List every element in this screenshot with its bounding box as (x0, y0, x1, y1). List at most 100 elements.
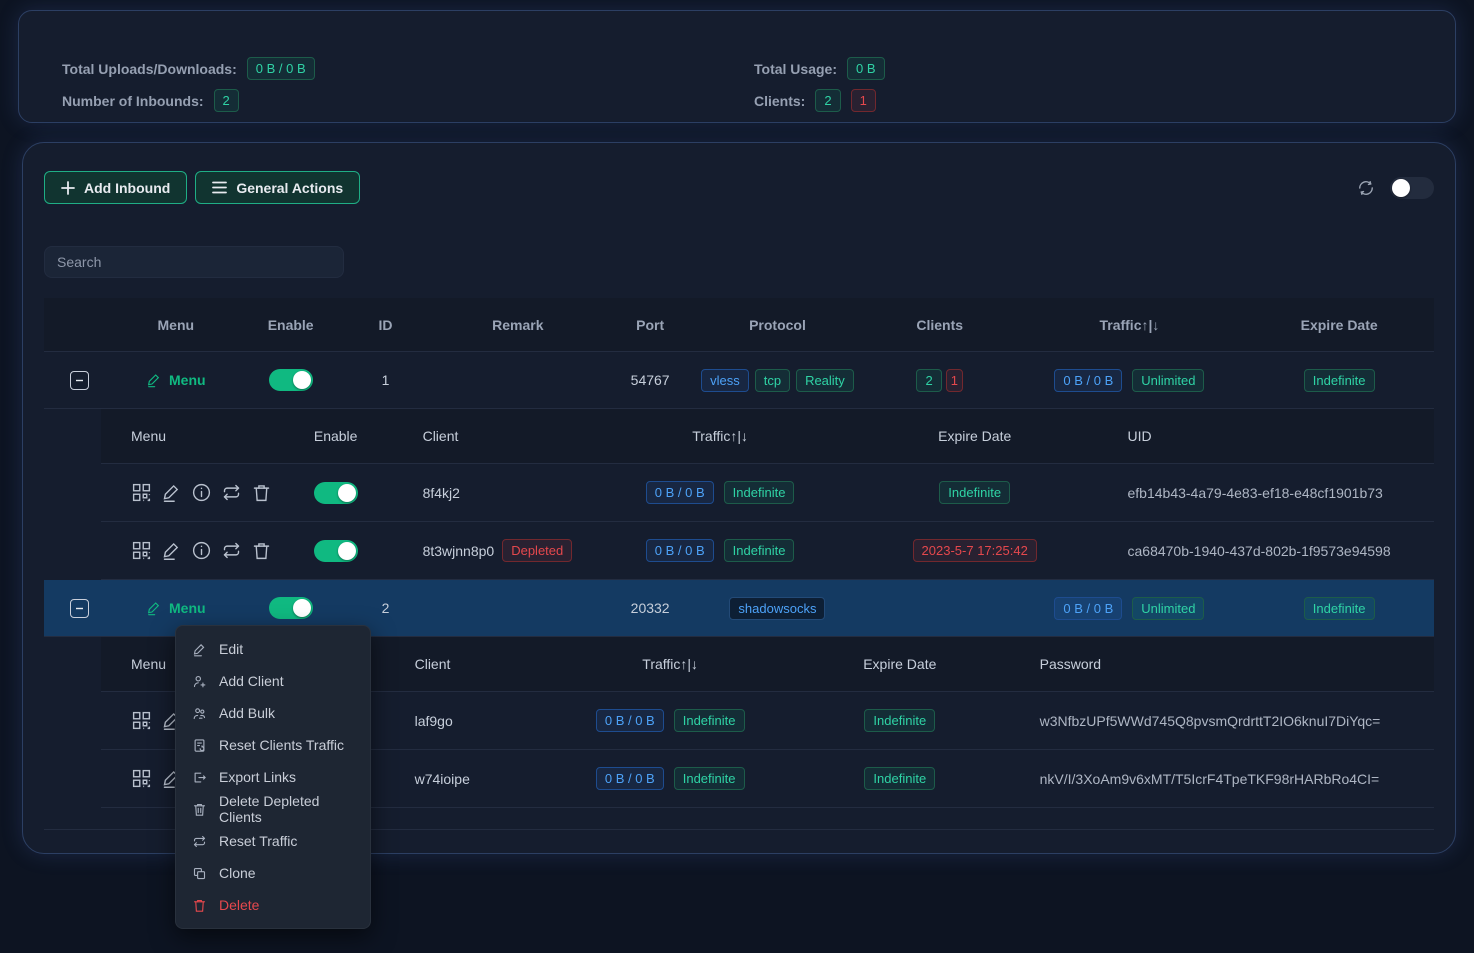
menu-item-reset-traffic[interactable]: Reset Traffic (176, 825, 370, 857)
header-client: Client (391, 637, 551, 691)
enable-toggle[interactable] (314, 482, 358, 504)
client-actions (131, 540, 272, 561)
row-menu-button[interactable]: Menu (146, 372, 206, 388)
delete-icon[interactable] (251, 482, 272, 503)
header-menu: Menu (101, 409, 281, 463)
header-port: Port (610, 298, 690, 351)
qrcode-icon[interactable] (131, 710, 152, 731)
menu-item-add-bulk[interactable]: Add Bulk (176, 697, 370, 729)
add-inbound-button[interactable]: Add Inbound (44, 171, 187, 204)
inbound-port: 54767 (610, 352, 690, 408)
client-row: 8t3wjnn8p0 Depleted 0 B / 0 B Indefinite… (101, 522, 1434, 580)
add-client-icon (192, 674, 207, 689)
protocol-tag: Reality (796, 369, 854, 392)
edit-icon (192, 642, 207, 657)
stats-card: Total Uploads/Downloads: 0 B / 0 B Numbe… (18, 10, 1456, 123)
header-traffic[interactable]: Traffic↑|↓ (1015, 298, 1245, 351)
menu-item-add-client[interactable]: Add Client (176, 665, 370, 697)
qrcode-icon[interactable] (131, 482, 152, 503)
inbound-protocols: vless tcp Reality (690, 352, 865, 408)
menu-item-clone[interactable]: Clone (176, 857, 370, 889)
stat-number-of-inbounds: Number of Inbounds: 2 (62, 89, 239, 112)
traffic-badge: 0 B / 0 B (646, 481, 714, 504)
inbound-row-1: Menu 1 54767 vless tcp Reality 2 1 0 B /… (44, 352, 1434, 409)
clients-table-header: Menu Enable Client Traffic↑|↓ Expire Dat… (101, 409, 1434, 464)
client-uid: ca68470b-1940-437d-802b-1f9573e94598 (1090, 522, 1435, 579)
row-menu-label: Menu (169, 600, 206, 616)
refresh-icon[interactable] (1356, 178, 1376, 198)
search-bar (44, 246, 1434, 278)
add-bulk-icon (192, 706, 207, 721)
traffic-badge: 0 B / 0 B (596, 767, 664, 790)
header-traffic[interactable]: Traffic↑|↓ (550, 637, 790, 691)
collapse-row-button[interactable] (70, 599, 89, 618)
header-expire-date: Expire Date (1244, 298, 1434, 351)
inbound-port: 20332 (610, 580, 690, 636)
qrcode-icon[interactable] (131, 540, 152, 561)
inbound-protocols: shadowsocks (690, 580, 865, 636)
toolbar: Add Inbound General Actions (44, 171, 1434, 204)
menu-item-delete-depleted-clients[interactable]: Delete Depleted Clients (176, 793, 370, 825)
dark-mode-toggle[interactable] (1390, 177, 1434, 199)
toggle-knob (293, 371, 311, 389)
clients-active-badge: 2 (815, 89, 840, 112)
header-password: Password (1010, 637, 1434, 691)
enable-toggle[interactable] (269, 369, 313, 391)
delete-icon (192, 898, 207, 913)
header-uid: UID (1090, 409, 1435, 463)
edit-icon[interactable] (161, 540, 182, 561)
client-traffic: 0 B / 0 B Indefinite (580, 522, 860, 579)
header-id: ID (346, 298, 426, 351)
general-actions-button[interactable]: General Actions (195, 171, 360, 204)
menu-item-export-links[interactable]: Export Links (176, 761, 370, 793)
info-icon[interactable] (191, 482, 212, 503)
traffic-limit-badge: Indefinite (724, 539, 795, 562)
client-password: nkV/I/3XoAm9v6xMT/T5IcrF4TpeTKF98rHARbRo… (1010, 750, 1434, 807)
search-input[interactable] (44, 246, 344, 278)
delete-icon[interactable] (251, 540, 272, 561)
inbound-traffic: 0 B / 0 B Unlimited (1015, 580, 1245, 636)
menu-item-label: Delete Depleted Clients (219, 793, 354, 825)
expire-badge: Indefinite (864, 709, 935, 732)
reset-traffic-icon[interactable] (221, 482, 242, 503)
header-protocol: Protocol (690, 298, 865, 351)
menu-item-reset-clients-traffic[interactable]: Reset Clients Traffic (176, 729, 370, 761)
toggle-knob (1392, 179, 1410, 197)
menu-item-label: Export Links (219, 769, 296, 785)
protocol-tag: tcp (755, 369, 790, 392)
reset-traffic-icon[interactable] (221, 540, 242, 561)
client-name: w74ioipe (391, 750, 551, 807)
menu-item-label: Add Bulk (219, 705, 275, 721)
row-menu-button[interactable]: Menu (146, 600, 206, 616)
menu-item-edit[interactable]: Edit (176, 633, 370, 665)
header-client: Client (391, 409, 581, 463)
edit-icon[interactable] (161, 482, 182, 503)
menu-item-label: Delete (219, 897, 259, 913)
stat-clients: Clients: 2 1 (754, 89, 876, 112)
qrcode-icon[interactable] (131, 768, 152, 789)
header-clients: Clients (865, 298, 1015, 351)
menu-item-label: Add Client (219, 673, 284, 689)
stat-total-usage: Total Usage: 0 B (754, 57, 885, 80)
inbound-remark (425, 352, 610, 408)
header-menu: Menu (116, 298, 236, 351)
enable-toggle[interactable] (269, 597, 313, 619)
header-traffic[interactable]: Traffic↑|↓ (580, 409, 860, 463)
client-traffic: 0 B / 0 B Indefinite (550, 692, 790, 749)
expire-badge: Indefinite (1304, 369, 1375, 392)
header-enable: Enable (236, 298, 346, 351)
header-expire-date: Expire Date (790, 637, 1010, 691)
expire-badge: Indefinite (1304, 597, 1375, 620)
info-icon[interactable] (191, 540, 212, 561)
inbound-clients (865, 580, 1015, 636)
client-traffic: 0 B / 0 B Indefinite (580, 464, 860, 521)
client-uid: efb14b43-4a79-4e83-ef18-e48cf1901b73 (1090, 464, 1435, 521)
hamburger-icon (212, 181, 227, 194)
collapse-row-button[interactable] (70, 371, 89, 390)
stat-total-uploads-downloads: Total Uploads/Downloads: 0 B / 0 B (62, 57, 315, 80)
stat-label: Number of Inbounds: (62, 93, 204, 109)
clients-active-badge: 2 (916, 369, 941, 392)
menu-item-label: Edit (219, 641, 243, 657)
enable-toggle[interactable] (314, 540, 358, 562)
menu-item-delete[interactable]: Delete (176, 889, 370, 921)
